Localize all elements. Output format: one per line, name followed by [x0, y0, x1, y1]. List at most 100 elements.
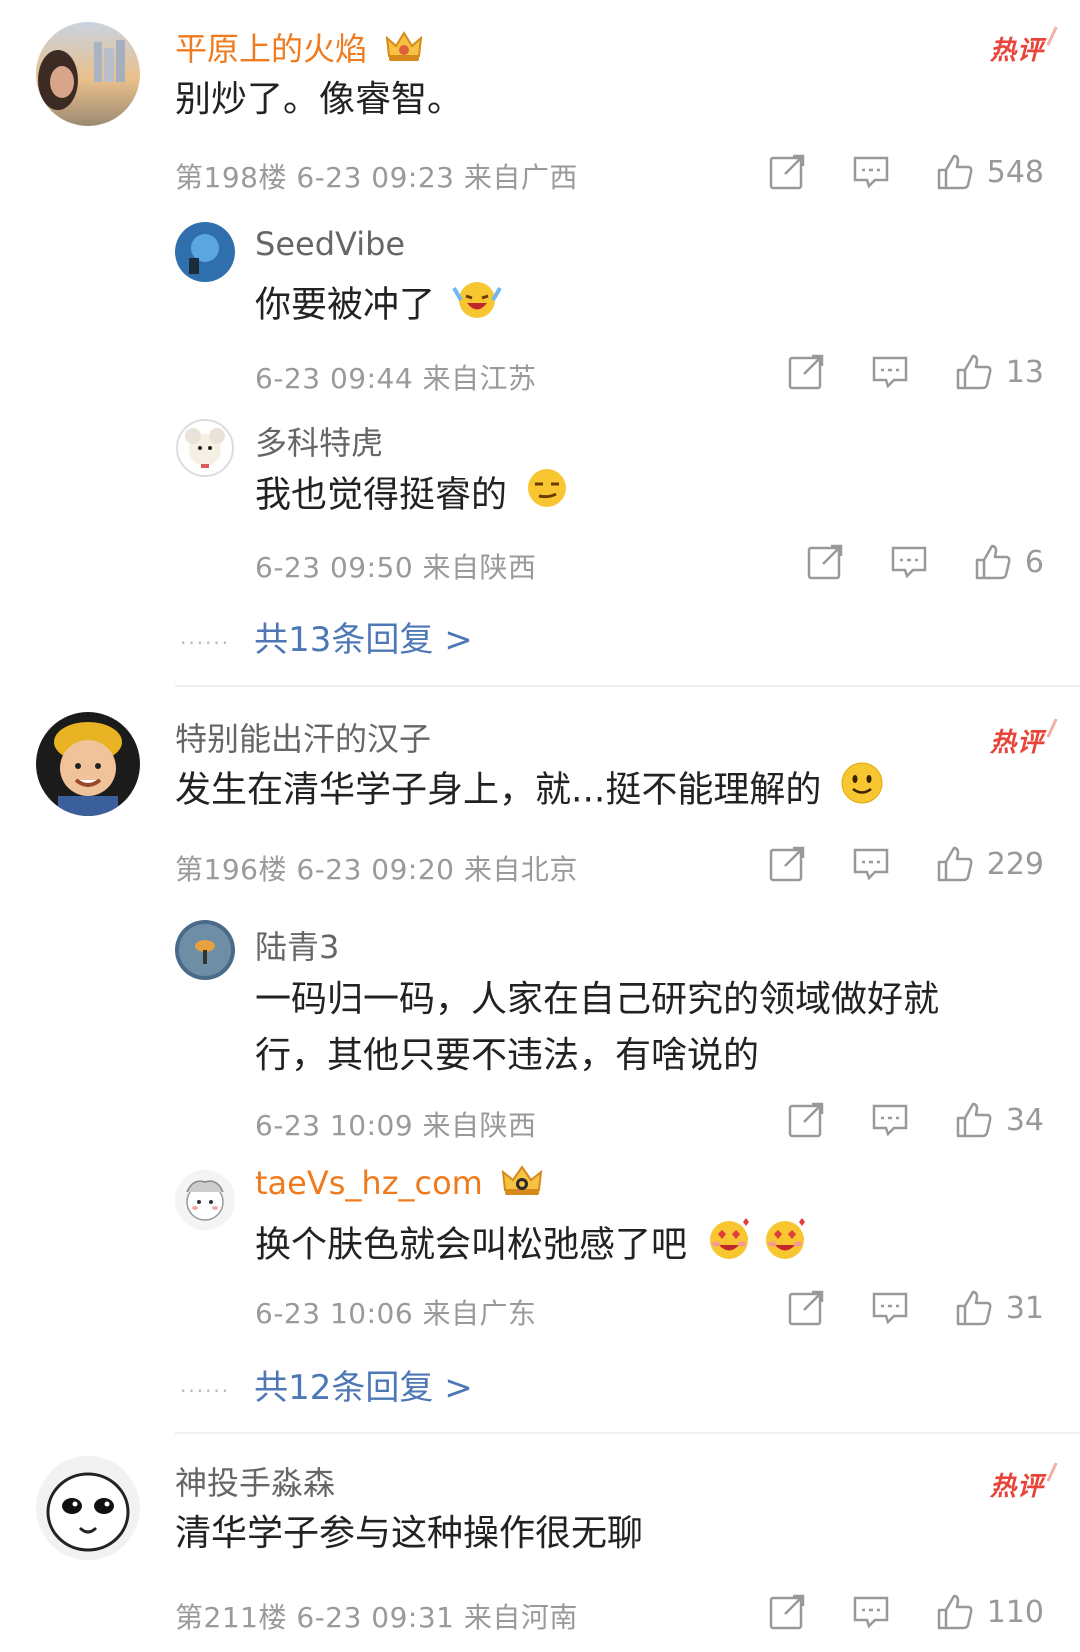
like-button[interactable]: 110: [935, 1592, 1044, 1632]
like-button[interactable]: 34: [954, 1100, 1044, 1140]
comment-username[interactable]: 平原上的火焰: [175, 24, 423, 72]
view-more-replies[interactable]: ...... 共12条回复 >: [180, 1360, 473, 1409]
reply-meta: 6-23 09:50 来自陕西: [255, 551, 537, 584]
reply-text: 换个肤色就会叫松弛感了吧: [255, 1214, 810, 1279]
share-icon: [767, 1592, 807, 1632]
reply-button[interactable]: [870, 1288, 910, 1328]
heart-eyes-emoji-icon: [760, 1214, 810, 1279]
comment-icon: [851, 844, 891, 884]
comment-icon: [851, 152, 891, 192]
comment-icon: [870, 352, 910, 392]
heart-eyes-emoji-icon: [704, 1214, 754, 1279]
comment-divider: [175, 685, 1080, 687]
avatar[interactable]: [175, 1170, 235, 1230]
share-icon: [786, 352, 826, 392]
crown-badge-icon: [501, 1164, 543, 1206]
comment-actions: 110: [723, 1592, 1044, 1632]
like-button[interactable]: 6: [973, 542, 1044, 582]
reply-username[interactable]: 陆青3: [255, 922, 339, 968]
share-icon: [767, 844, 807, 884]
like-count: 31: [1005, 1290, 1044, 1326]
comment-meta: 第211楼 6-23 09:31 来自河南: [175, 1601, 578, 1634]
reply-text-content: 我也觉得挺睿的: [255, 474, 508, 516]
thumbs-up-icon: [954, 352, 994, 392]
reply-button[interactable]: [870, 1100, 910, 1140]
reply-username[interactable]: taeVs_hz_com: [255, 1164, 543, 1206]
reply-text: 你要被冲了: [255, 276, 503, 337]
crown-badge-icon: [385, 30, 423, 72]
dots-icon: ......: [180, 624, 231, 649]
hot-comment-badge: 热评: [990, 722, 1044, 759]
thumbs-up-icon: [954, 1100, 994, 1140]
comment-text-content: 发生在清华学子身上，就...挺不能理解的: [175, 769, 822, 811]
avatar[interactable]: [175, 920, 235, 980]
reply-actions: 34: [742, 1100, 1044, 1140]
hot-comment-badge: 热评: [990, 1466, 1044, 1503]
more-replies-link[interactable]: 共12条回复 >: [254, 1360, 473, 1409]
avatar[interactable]: [36, 22, 140, 126]
comment-text: 别炒了。像睿智。: [175, 79, 464, 120]
share-button[interactable]: [805, 542, 845, 582]
reply-button[interactable]: [851, 1592, 891, 1632]
like-count: 548: [986, 154, 1044, 190]
username-text[interactable]: 平原上的火焰: [175, 30, 367, 68]
comment-actions: 229: [723, 844, 1044, 884]
thumbs-up-icon: [954, 1288, 994, 1328]
thumbs-up-icon: [935, 1592, 975, 1632]
hot-comment-badge: 热评: [990, 30, 1044, 67]
comment-icon: [870, 1288, 910, 1328]
more-replies-link[interactable]: 共13条回复 >: [254, 612, 473, 661]
reply-text-line1: 一码归一码，人家在自己研究的领域做好就: [255, 979, 940, 1020]
username-text[interactable]: taeVs_hz_com: [255, 1164, 483, 1202]
reply-text-line2: 行，其他只要不违法，有啥说的: [255, 1035, 760, 1076]
thumbs-up-icon: [935, 844, 975, 884]
share-icon: [805, 542, 845, 582]
comment-actions: 548: [723, 152, 1044, 192]
reply-button[interactable]: [889, 542, 929, 582]
like-count: 229: [986, 846, 1044, 882]
like-button[interactable]: 548: [935, 152, 1044, 192]
comment-meta: 第196楼 6-23 09:20 来自北京: [175, 853, 578, 886]
reply-meta: 6-23 10:09 来自陕西: [255, 1109, 537, 1142]
share-icon: [786, 1288, 826, 1328]
smirk-emoji-icon: [524, 466, 570, 527]
like-button[interactable]: 13: [954, 352, 1044, 392]
avatar[interactable]: [175, 222, 235, 282]
share-button[interactable]: [767, 1592, 807, 1632]
reply-button[interactable]: [851, 152, 891, 192]
comment-username[interactable]: 神投手淼森: [175, 1458, 335, 1504]
reply-button[interactable]: [851, 844, 891, 884]
thumbs-up-icon: [973, 542, 1013, 582]
share-button[interactable]: [786, 1288, 826, 1328]
comment-username[interactable]: 特别能出汗的汉子: [175, 714, 431, 760]
comment-icon: [851, 1592, 891, 1632]
share-icon: [767, 152, 807, 192]
reply-text: 我也觉得挺睿的: [255, 466, 570, 527]
laughing-crying-emoji-icon: [452, 276, 503, 337]
reply-button[interactable]: [870, 352, 910, 392]
like-button[interactable]: 229: [935, 844, 1044, 884]
reply-meta: 6-23 10:06 来自广东: [255, 1297, 537, 1330]
avatar[interactable]: [175, 418, 235, 478]
share-button[interactable]: [786, 1100, 826, 1140]
reply-meta: 6-23 09:44 来自江苏: [255, 362, 537, 395]
share-button[interactable]: [767, 152, 807, 192]
avatar[interactable]: [36, 712, 140, 816]
reply-text-content: 换个肤色就会叫松弛感了吧: [255, 1224, 688, 1266]
reply-username[interactable]: 多科特虎: [255, 418, 383, 464]
avatar[interactable]: [36, 1456, 140, 1560]
share-button[interactable]: [786, 352, 826, 392]
comment-divider: [175, 1432, 1080, 1434]
share-button[interactable]: [767, 844, 807, 884]
like-button[interactable]: 31: [954, 1288, 1044, 1328]
view-more-replies[interactable]: ...... 共13条回复 >: [180, 612, 473, 661]
share-icon: [786, 1100, 826, 1140]
comment-icon: [870, 1100, 910, 1140]
reply-actions: 13: [742, 352, 1044, 392]
reply-username[interactable]: SeedVibe: [255, 225, 405, 263]
comment-text: 发生在清华学子身上，就...挺不能理解的: [175, 760, 885, 823]
dots-icon: ......: [180, 1372, 231, 1397]
like-count: 34: [1005, 1102, 1044, 1138]
smile-emoji-icon: [839, 760, 885, 823]
comment-meta: 第198楼 6-23 09:23 来自广西: [175, 161, 578, 194]
